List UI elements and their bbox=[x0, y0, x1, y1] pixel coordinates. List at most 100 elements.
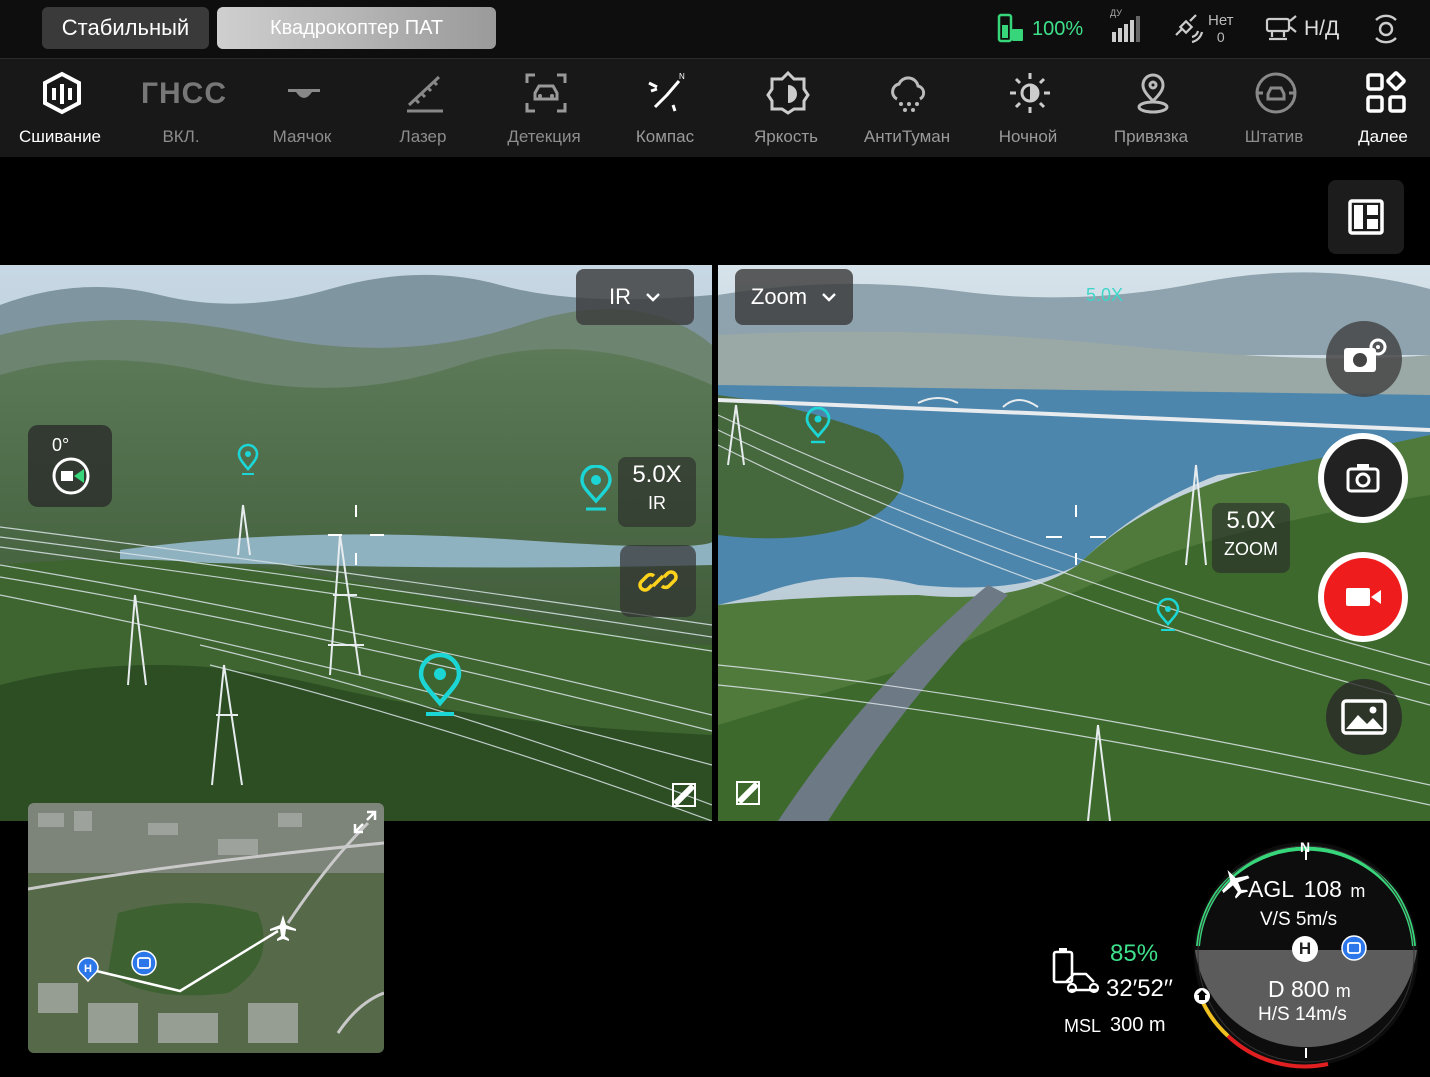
msl-label: MSL bbox=[1064, 1016, 1102, 1036]
ir-zoom-value: 5.0X bbox=[632, 461, 682, 488]
tool-beacon-label: Маячок bbox=[272, 127, 332, 146]
tripod-icon bbox=[1254, 71, 1297, 115]
distance-readout: D 800 m bbox=[1268, 976, 1351, 1003]
distance-label: D bbox=[1268, 976, 1285, 1002]
mini-map[interactable]: H bbox=[28, 803, 384, 1053]
more-grid-icon bbox=[1364, 71, 1406, 115]
tool-bar: Сшивание ГНСС ВКЛ. Маячок Лазер Детекция… bbox=[0, 58, 1430, 157]
camera-orbit-icon bbox=[1368, 12, 1404, 46]
ir-lens-label: IR bbox=[609, 284, 631, 309]
tool-stitch-label: Сшивание bbox=[18, 127, 102, 146]
tool-gnss-label: ВКЛ. bbox=[162, 127, 200, 146]
ir-camera-view[interactable]: IR 0° 5.0X IR bbox=[0, 265, 712, 821]
satellite-count: 0 bbox=[1216, 29, 1225, 45]
gnss-icon: ГНСС bbox=[141, 77, 228, 110]
rc-battery-status[interactable]: 100% bbox=[996, 0, 1083, 58]
compass-north-label: N bbox=[1300, 839, 1311, 855]
tool-compass[interactable]: N Компас bbox=[605, 59, 725, 157]
tool-night-label: Ночной bbox=[998, 127, 1058, 146]
tool-defog[interactable]: АнтиТуман bbox=[847, 59, 967, 157]
laser-icon bbox=[403, 71, 443, 115]
msl-value: 300 m bbox=[1110, 1014, 1166, 1036]
chevron-down-icon bbox=[822, 293, 836, 302]
agl-label: AGL bbox=[1248, 876, 1294, 902]
gallery-button[interactable] bbox=[1326, 679, 1402, 755]
aircraft-battery-indicator[interactable] bbox=[1050, 946, 1102, 998]
camera-icon bbox=[1346, 464, 1380, 493]
camera-settings-status[interactable] bbox=[1368, 0, 1404, 58]
vertical-speed: V/S 5m/s bbox=[1260, 909, 1338, 930]
fullscreen-icon bbox=[672, 783, 696, 807]
map-pin-icon[interactable] bbox=[578, 465, 614, 513]
satellite-status[interactable]: Нет 0 bbox=[1172, 0, 1234, 58]
aircraft-battery-percent: 85% bbox=[1110, 940, 1159, 967]
map-pin-icon[interactable] bbox=[415, 653, 465, 719]
tool-gnss[interactable]: ГНСС ВКЛ. bbox=[121, 59, 241, 157]
device-name-button[interactable]: Квадрокоптер ПАТ bbox=[217, 7, 496, 49]
tool-beacon[interactable]: Маячок bbox=[242, 59, 362, 157]
rc-battery-percent: 100% bbox=[1032, 17, 1084, 40]
layout-switch-button[interactable] bbox=[1328, 180, 1404, 254]
expand-view-button[interactable] bbox=[664, 775, 704, 815]
crosshair-icon bbox=[1046, 505, 1106, 565]
horizontal-speed: H/S 14m/s bbox=[1258, 1004, 1347, 1025]
gallery-icon bbox=[1341, 699, 1387, 735]
ir-lens-select[interactable]: IR bbox=[576, 269, 694, 325]
map-pin-icon[interactable] bbox=[236, 443, 260, 477]
tool-brightness[interactable]: Яркость bbox=[726, 59, 846, 157]
rc-battery-icon bbox=[996, 13, 1026, 45]
location-pin-icon bbox=[1131, 71, 1171, 115]
tool-brightness-label: Яркость bbox=[754, 127, 818, 146]
tool-detection-label: Детекция bbox=[507, 127, 581, 146]
split-layout-icon bbox=[1348, 199, 1384, 235]
gimbal-indicator[interactable]: 0° bbox=[28, 425, 112, 507]
status-bar: Стабильный Квадрокоптер ПАТ 100% ДУ Нет … bbox=[0, 0, 1430, 58]
tool-tripod[interactable]: Штатив bbox=[1214, 59, 1334, 157]
photo-capture-button[interactable] bbox=[1318, 433, 1408, 523]
stitch-icon bbox=[40, 71, 81, 115]
tool-night[interactable]: Ночной bbox=[968, 59, 1088, 157]
gimbal-angle: 0° bbox=[52, 435, 70, 455]
flight-mode-button[interactable]: Стабильный bbox=[42, 7, 209, 49]
aircraft-battery-icon bbox=[1052, 948, 1100, 994]
satellite-status-text: Нет bbox=[1208, 12, 1234, 29]
attitude-indicator[interactable]: N AGL 108 m V/S 5m/s H D 800 m H/S 14m/s bbox=[1188, 836, 1424, 1072]
tool-laser-label: Лазер bbox=[399, 127, 447, 146]
tool-more-label: Далее bbox=[1358, 127, 1408, 146]
distance-value: 800 bbox=[1291, 976, 1330, 1002]
rc-signal-status[interactable]: ДУ bbox=[1108, 0, 1142, 58]
detection-icon bbox=[524, 71, 567, 115]
camera-settings-icon bbox=[1344, 338, 1387, 372]
zoom-lens-select[interactable]: Zoom bbox=[735, 269, 853, 325]
ir-zoom-button[interactable]: 5.0X IR bbox=[618, 457, 696, 527]
tool-detection[interactable]: Детекция bbox=[484, 59, 604, 157]
zoom-zoom-button[interactable]: 5.0X ZOOM bbox=[1212, 503, 1290, 573]
rtk-value: Н/Д bbox=[1304, 17, 1340, 40]
tool-laser[interactable]: Лазер bbox=[363, 59, 483, 157]
lens-link-button[interactable] bbox=[620, 545, 696, 617]
agl-unit: m bbox=[1350, 881, 1366, 901]
video-record-button[interactable] bbox=[1318, 552, 1408, 642]
home-point-icon: H bbox=[77, 957, 99, 983]
expand-view-button[interactable] bbox=[728, 773, 768, 813]
agl-value: 108 bbox=[1303, 876, 1342, 902]
map-expand-button[interactable] bbox=[350, 807, 380, 837]
rtk-status[interactable]: Н/Д bbox=[1264, 0, 1339, 58]
zoom-camera-view[interactable]: Zoom 5.0X 5.0X ZOOM bbox=[718, 265, 1430, 821]
tool-more[interactable]: Далее bbox=[1324, 59, 1430, 157]
map-pin-icon[interactable] bbox=[1155, 597, 1181, 633]
rtk-icon bbox=[1264, 13, 1298, 45]
map-pin-icon[interactable] bbox=[804, 407, 832, 445]
crosshair-icon bbox=[328, 505, 384, 565]
tool-anchor[interactable]: Привязка bbox=[1089, 59, 1213, 157]
ir-zoom-label: IR bbox=[648, 493, 666, 513]
map-view bbox=[28, 803, 384, 1053]
zoom-zoom-value: 5.0X bbox=[1226, 507, 1276, 534]
tool-tripod-label: Штатив bbox=[1244, 127, 1304, 146]
zoom-zoom-label: ZOOM bbox=[1224, 539, 1278, 559]
gimbal-icon bbox=[52, 457, 90, 495]
rc-signal-icon: ДУ bbox=[1108, 8, 1142, 44]
beacon-icon bbox=[282, 71, 322, 115]
camera-settings-button[interactable] bbox=[1326, 321, 1402, 397]
tool-stitch[interactable]: Сшивание bbox=[0, 59, 120, 157]
